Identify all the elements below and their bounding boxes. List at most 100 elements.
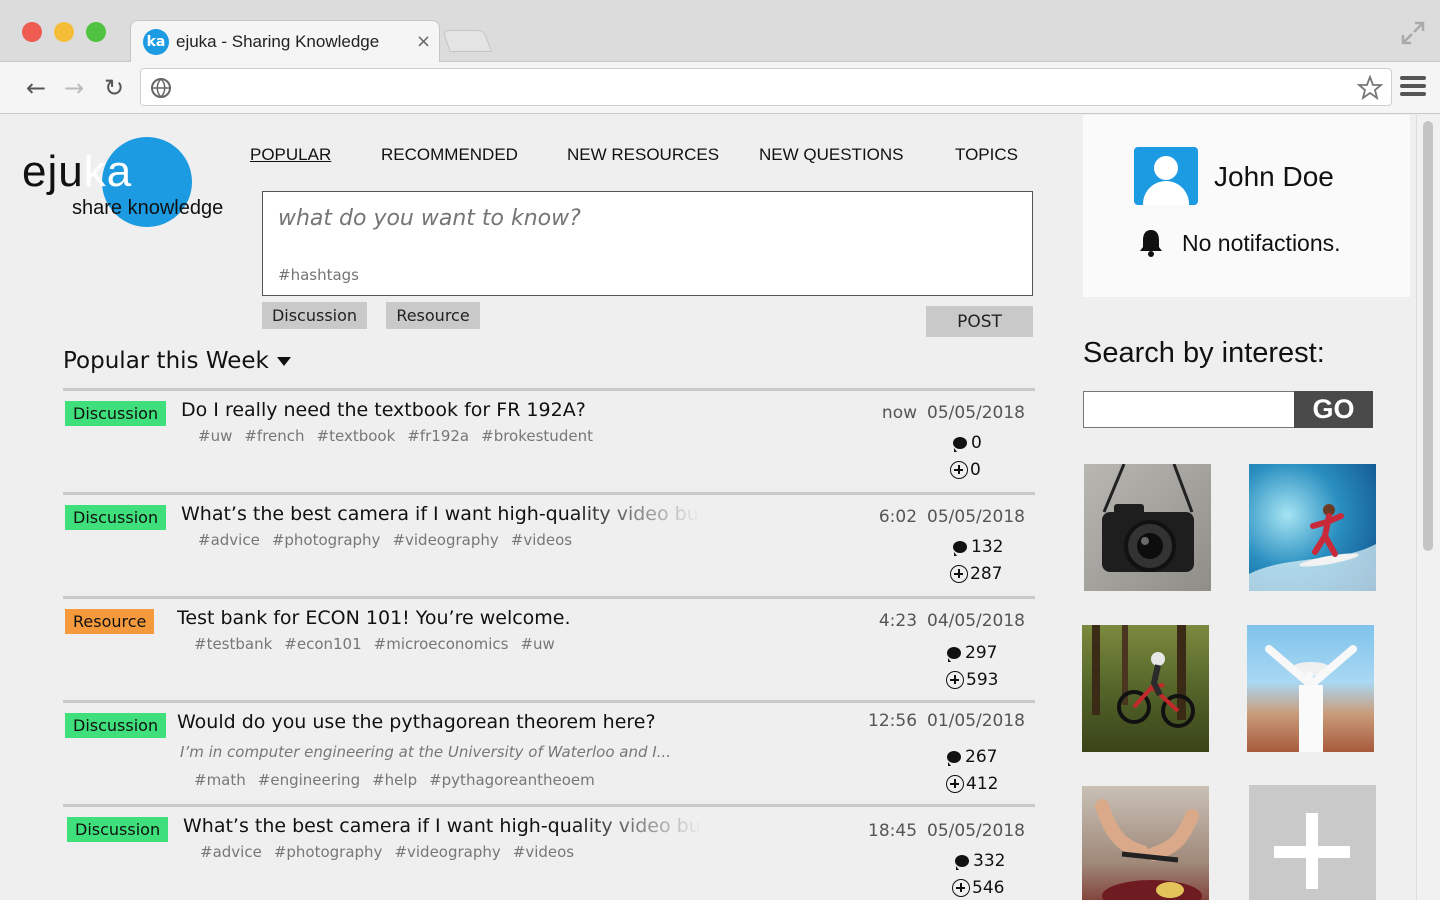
post-tags: #math #engineering #help #pythagoreantheoem xyxy=(194,771,607,789)
nav-new-resources[interactable]: NEW RESOURCES xyxy=(567,145,719,165)
tag[interactable]: #econ101 xyxy=(284,635,361,653)
tag[interactable]: #fr192a xyxy=(407,427,469,445)
discussion-type-button[interactable]: Discussion xyxy=(262,302,367,329)
fullscreen-icon[interactable] xyxy=(1400,20,1426,46)
plus-circle-icon xyxy=(952,879,970,897)
bell-icon[interactable] xyxy=(1138,228,1164,258)
tag[interactable]: #help xyxy=(372,771,417,789)
caret-down-icon[interactable] xyxy=(276,357,291,366)
post-title[interactable]: What’s the best camera if I want high-qu… xyxy=(183,815,703,837)
tag[interactable]: #engineering xyxy=(258,771,360,789)
camera-photo[interactable] xyxy=(1084,464,1211,591)
post-title[interactable]: Would do you use the pythagorean theorem… xyxy=(177,711,697,733)
nav-recommended[interactable]: RECOMMENDED xyxy=(381,145,518,165)
tag[interactable]: #advice xyxy=(200,843,262,861)
globe-icon xyxy=(151,78,171,99)
comment-count[interactable]: 297 xyxy=(947,643,997,663)
feed-title[interactable]: Popular this Week xyxy=(63,348,291,374)
back-arrow-icon[interactable]: ← xyxy=(22,74,50,102)
post-title[interactable]: What’s the best camera if I want high-qu… xyxy=(181,503,701,525)
post-item[interactable]: Discussion What’s the best camera if I w… xyxy=(63,492,1035,596)
interest-search-input[interactable] xyxy=(1083,391,1295,428)
go-button[interactable]: GO xyxy=(1294,391,1373,428)
nav-popular[interactable]: POPULAR xyxy=(250,145,331,165)
post-item[interactable]: Discussion Do I really need the textbook… xyxy=(63,388,1035,492)
maximize-window-button[interactable] xyxy=(86,22,106,42)
favicon-icon: ka xyxy=(143,29,169,55)
mountain-biking-photo[interactable] xyxy=(1082,625,1209,752)
comment-count[interactable]: 267 xyxy=(947,747,997,767)
tag[interactable]: #videos xyxy=(511,531,572,549)
tag[interactable]: #videography xyxy=(394,843,500,861)
plus-count[interactable]: 412 xyxy=(946,774,998,794)
add-interest-icon[interactable] xyxy=(1249,785,1376,900)
scrollbar-thumb[interactable] xyxy=(1423,121,1433,551)
comment-icon xyxy=(955,855,969,870)
post-type-badge: Discussion xyxy=(67,817,169,842)
tag[interactable]: #testbank xyxy=(194,635,272,653)
post-button[interactable]: POST xyxy=(926,306,1033,337)
new-tab-button[interactable] xyxy=(441,30,493,52)
comment-icon xyxy=(947,751,961,766)
post-title[interactable]: Test bank for ECON 101! You’re welcome. xyxy=(177,607,697,629)
avatar[interactable] xyxy=(1134,147,1198,205)
reload-icon[interactable]: ↻ xyxy=(100,74,128,102)
tag[interactable]: #brokestudent xyxy=(481,427,593,445)
cooking-photo[interactable] xyxy=(1082,786,1209,900)
comment-count[interactable]: 0 xyxy=(953,433,982,453)
comment-count[interactable]: 132 xyxy=(953,537,1003,557)
comment-icon xyxy=(953,541,967,556)
tag[interactable]: #advice xyxy=(198,531,260,549)
plus-circle-icon xyxy=(950,565,968,583)
post-item[interactable]: Discussion What’s the best camera if I w… xyxy=(63,804,1035,900)
post-tags: #testbank #econ101 #microeconomics #uw xyxy=(194,635,567,653)
close-window-button[interactable] xyxy=(22,22,42,42)
hashtags-input[interactable] xyxy=(278,266,978,284)
plus-count[interactable]: 0 xyxy=(950,460,981,480)
user-name[interactable]: John Doe xyxy=(1214,161,1334,193)
browser-tab[interactable]: ka ejuka - Sharing Knowledge × xyxy=(130,20,440,64)
resource-type-button[interactable]: Resource xyxy=(386,302,480,329)
plus-count[interactable]: 546 xyxy=(952,878,1004,898)
question-input[interactable] xyxy=(278,206,978,231)
comment-count[interactable]: 332 xyxy=(955,851,1005,871)
plus-circle-icon xyxy=(946,775,964,793)
address-bar[interactable] xyxy=(140,68,1392,106)
forward-arrow-icon[interactable]: → xyxy=(60,74,88,102)
tag[interactable]: #videography xyxy=(392,531,498,549)
tag[interactable]: #french xyxy=(244,427,304,445)
tag[interactable]: #math xyxy=(194,771,246,789)
tag[interactable]: #microeconomics xyxy=(374,635,509,653)
browser-menu-icon[interactable] xyxy=(1400,76,1426,100)
plus-count[interactable]: 287 xyxy=(950,564,1002,584)
bookmark-star-icon[interactable] xyxy=(1357,75,1383,101)
post-item[interactable]: Resource Test bank for ECON 101! You’re … xyxy=(63,596,1035,700)
tab-close-icon[interactable]: × xyxy=(416,31,431,52)
tag[interactable]: #pythagoreantheoem xyxy=(429,771,595,789)
page-content: ejuka share knowledge POPULAR RECOMMENDE… xyxy=(0,115,1416,900)
nav-new-questions[interactable]: NEW QUESTIONS xyxy=(759,145,904,165)
minimize-window-button[interactable] xyxy=(54,22,74,42)
interest-search-title: Search by interest: xyxy=(1083,337,1325,369)
post-snippet: I’m in computer engineering at the Unive… xyxy=(180,743,672,761)
tag[interactable]: #photography xyxy=(272,531,381,549)
ejuka-logo[interactable]: ejuka share knowledge xyxy=(22,137,242,227)
tag[interactable]: #uw xyxy=(520,635,554,653)
surfing-photo[interactable] xyxy=(1249,464,1376,591)
ask-question-box xyxy=(262,191,1033,296)
logo-wordmark: ejuka xyxy=(22,147,133,196)
tag[interactable]: #uw xyxy=(198,427,232,445)
tag[interactable]: #textbook xyxy=(317,427,396,445)
nav-topics[interactable]: TOPICS xyxy=(955,145,1018,165)
page-scrollbar[interactable] xyxy=(1416,115,1440,900)
post-item[interactable]: Discussion Would do you use the pythagor… xyxy=(63,700,1035,804)
post-title[interactable]: Do I really need the textbook for FR 192… xyxy=(181,399,701,421)
post-feed: Discussion Do I really need the textbook… xyxy=(63,388,1035,900)
travel-photo[interactable] xyxy=(1247,625,1374,752)
tag[interactable]: #videos xyxy=(513,843,574,861)
post-tags: #advice #photography #videography #videos xyxy=(198,531,584,549)
plus-count[interactable]: 593 xyxy=(946,670,998,690)
post-timestamp: now 05/05/2018 xyxy=(881,403,1025,423)
tag[interactable]: #photography xyxy=(274,843,383,861)
post-type-badge: Resource xyxy=(65,609,155,634)
